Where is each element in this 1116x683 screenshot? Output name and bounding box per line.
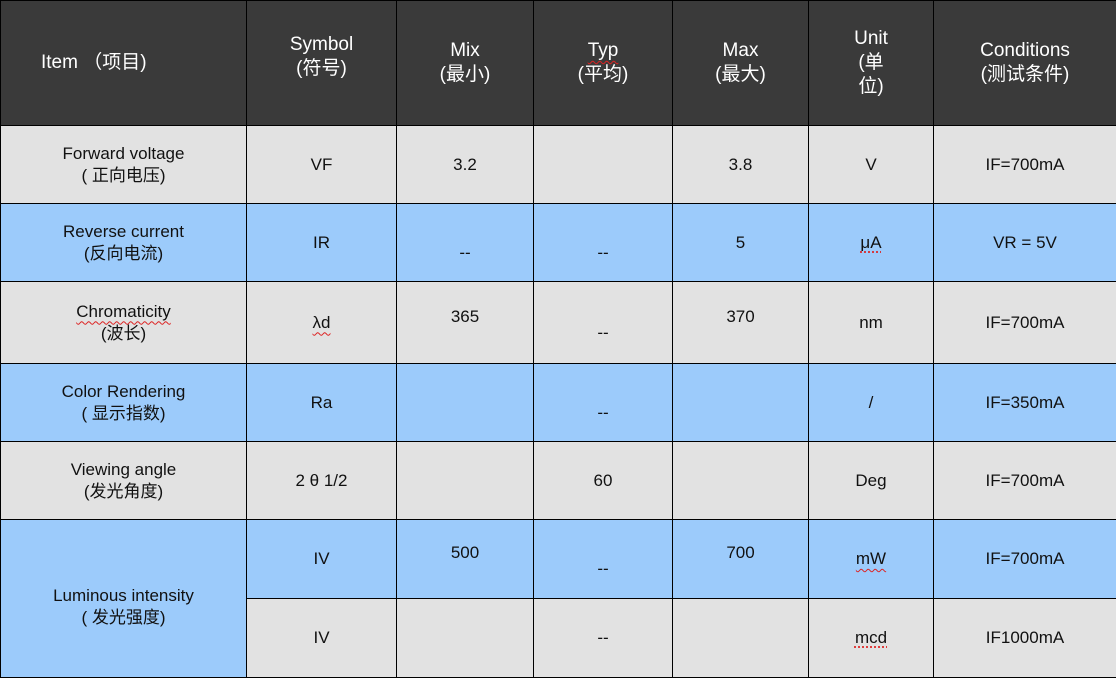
- spec-table: Item （项目) Symbol (符号) Mix (最小) Typ (平均) Max…: [0, 0, 1116, 678]
- table-row: Viewing angle (发光角度) 2 θ 1/2 60 Deg IF=70…: [0, 441, 1116, 520]
- cell-typ: --: [533, 203, 673, 282]
- header-unit: Unit (单 位): [808, 0, 934, 126]
- table-row: Reverse current (反向电流) IR -- -- 5 μA VR =…: [0, 203, 1116, 282]
- cell-min: 500: [396, 519, 534, 599]
- cell-max: 370: [672, 281, 809, 364]
- cell-symbol: IV: [246, 598, 397, 678]
- cell-item: Color Rendering( 显示指数): [0, 363, 247, 442]
- cell-max: 5: [672, 203, 809, 282]
- cell-unit: nm: [808, 281, 934, 364]
- cell-max: 700: [672, 519, 809, 599]
- cell-typ: --: [533, 281, 673, 364]
- cell-conditions: IF=700mA: [933, 125, 1116, 204]
- cell-item: Viewing angle (发光角度): [0, 441, 247, 520]
- header-symbol: Symbol (符号): [246, 0, 397, 126]
- table-row: Chromaticity (波长) λd 365 -- 370 nm IF=700…: [0, 281, 1116, 364]
- cell-conditions: VR = 5V: [933, 203, 1116, 282]
- cell-conditions: IF=700mA: [933, 281, 1116, 364]
- cell-min: 365: [396, 281, 534, 364]
- table-row: Color Rendering( 显示指数) Ra -- / IF=350mA: [0, 363, 1116, 442]
- cell-max: [672, 598, 809, 678]
- cell-unit: mcd: [808, 598, 934, 678]
- cell-conditions: IF=700mA: [933, 519, 1116, 599]
- cell-unit: /: [808, 363, 934, 442]
- cell-min: [396, 598, 534, 678]
- cell-max: [672, 363, 809, 442]
- cell-min: [396, 441, 534, 520]
- cell-item: Chromaticity (波长): [0, 281, 247, 364]
- cell-typ: [533, 125, 673, 204]
- cell-symbol: VF: [246, 125, 397, 204]
- cell-conditions: IF=350mA: [933, 363, 1116, 442]
- cell-unit: V: [808, 125, 934, 204]
- cell-min: 3.2: [396, 125, 534, 204]
- header-item: Item （项目): [0, 0, 247, 126]
- table-row: Luminous intensity( 发光强度) IV 500 -- 700 …: [0, 519, 1116, 678]
- cell-symbol: IV: [246, 519, 397, 599]
- cell-item: Luminous intensity( 发光强度): [0, 519, 247, 678]
- cell-min: [396, 363, 534, 442]
- cell-symbol: 2 θ 1/2: [246, 441, 397, 520]
- cell-item: Reverse current (反向电流): [0, 203, 247, 282]
- cell-unit: Deg: [808, 441, 934, 520]
- cell-conditions: IF1000mA: [933, 598, 1116, 678]
- cell-conditions: IF=700mA: [933, 441, 1116, 520]
- table-row: Forward voltage( 正向电压) VF 3.2 3.8 V IF=7…: [0, 125, 1116, 204]
- cell-item: Forward voltage( 正向电压): [0, 125, 247, 204]
- cell-max: 3.8: [672, 125, 809, 204]
- cell-symbol: λd: [246, 281, 397, 364]
- header-conditions: Conditions (测试条件): [933, 0, 1116, 126]
- cell-typ: --: [533, 363, 673, 442]
- cell-unit: mW: [808, 519, 934, 599]
- header-max: Max (最大): [672, 0, 809, 126]
- cell-typ: 60: [533, 441, 673, 520]
- cell-typ: --: [533, 519, 673, 599]
- cell-min: --: [396, 203, 534, 282]
- header-min: Mix (最小): [396, 0, 534, 126]
- cell-symbol: IR: [246, 203, 397, 282]
- cell-typ: --: [533, 598, 673, 678]
- cell-max: [672, 441, 809, 520]
- cell-symbol: Ra: [246, 363, 397, 442]
- cell-unit: μA: [808, 203, 934, 282]
- header-row: Item （项目) Symbol (符号) Mix (最小) Typ (平均) Max…: [0, 0, 1116, 126]
- header-typ: Typ (平均): [533, 0, 673, 126]
